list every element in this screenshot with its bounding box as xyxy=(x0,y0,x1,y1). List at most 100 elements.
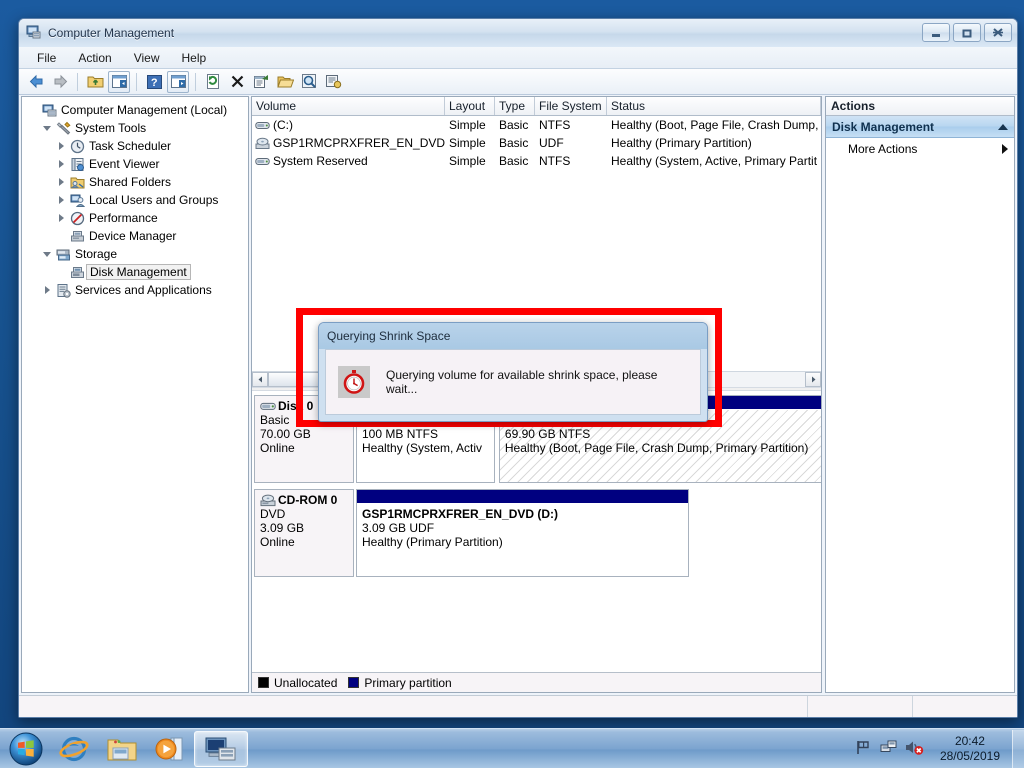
open-folder-icon[interactable] xyxy=(274,71,296,93)
help-icon[interactable]: ? xyxy=(143,71,165,93)
volume-cell-file-system: UDF xyxy=(539,136,564,150)
partition-size: 3.09 GB UDF xyxy=(362,521,435,535)
taskbar-clock[interactable]: 20:42 28/05/2019 xyxy=(932,734,1008,764)
show-hide-tree-icon[interactable] xyxy=(108,70,130,93)
disk-info-line3: 3.09 GB xyxy=(260,521,305,535)
toolbar-separator xyxy=(195,72,196,91)
chevron-up-icon[interactable] xyxy=(998,123,1008,130)
tree-item-computer-management-local[interactable]: Computer Management (Local) xyxy=(24,101,248,119)
expander-collapsed-icon[interactable] xyxy=(54,214,68,222)
services-icon xyxy=(54,283,72,298)
tree-item-local-users-and-groups[interactable]: Local Users and Groups xyxy=(24,191,248,209)
tree-item-task-scheduler[interactable]: Task Scheduler xyxy=(24,137,248,155)
expander-collapsed-icon[interactable] xyxy=(54,160,68,168)
stopwatch-icon xyxy=(338,366,370,398)
windows-explorer-icon[interactable] xyxy=(98,730,146,768)
refresh-icon[interactable] xyxy=(202,71,224,93)
volume-icon xyxy=(255,119,270,132)
maximize-button[interactable] xyxy=(953,23,981,42)
volume-row[interactable]: GSP1RMCPRXFRER_EN_DVD (D:) Simple Basic UDF… xyxy=(252,134,821,152)
volume-cell-type: Basic xyxy=(499,118,529,132)
menu-view[interactable]: View xyxy=(124,48,170,68)
disk-name-row: CD-ROM 0 xyxy=(260,493,348,507)
expander-collapsed-icon[interactable] xyxy=(54,196,68,204)
partition-size: 100 MB NTFS xyxy=(362,427,439,441)
column-header-type[interactable]: Type xyxy=(495,97,535,115)
find-icon[interactable] xyxy=(298,71,320,93)
properties-icon[interactable] xyxy=(250,71,272,93)
internet-explorer-icon[interactable] xyxy=(50,730,98,768)
partition-type-bar xyxy=(357,490,689,504)
forward-icon[interactable] xyxy=(49,71,71,93)
expander-collapsed-icon[interactable] xyxy=(54,178,68,186)
column-header-volume[interactable]: Volume xyxy=(252,97,445,115)
actions-group-disk-management[interactable]: Disk Management xyxy=(826,116,1014,138)
up-folder-icon[interactable] xyxy=(84,71,106,93)
legend-swatch-unallocated xyxy=(258,677,269,688)
disk-info-line4: Online xyxy=(260,535,295,549)
disk-row: CD-ROM 0 DVD 3.09 GB Online GSP1RMCPRXFRER_E… xyxy=(254,489,819,577)
clock-time: 20:42 xyxy=(954,733,985,748)
show-action-pane-icon[interactable] xyxy=(167,70,189,93)
tree-item-storage[interactable]: Storage xyxy=(24,245,248,263)
menu-action[interactable]: Action xyxy=(68,48,121,68)
action-center-flag-icon[interactable] xyxy=(855,739,872,759)
column-header-status[interactable]: Status xyxy=(607,97,821,115)
computer-management-icon[interactable] xyxy=(194,730,248,767)
tree-item-system-tools[interactable]: System Tools xyxy=(24,119,248,137)
expander-collapsed-icon[interactable] xyxy=(40,286,54,294)
volume-cell-name: (C:) xyxy=(252,118,445,132)
computer-management-icon xyxy=(26,24,42,43)
tree-item-performance[interactable]: Performance xyxy=(24,209,248,227)
scroll-left-button[interactable] xyxy=(252,372,268,387)
volume-row[interactable]: (C:) Simple Basic NTFS Healthy (Boot, Page F… xyxy=(252,116,821,134)
system-tray: 20:42 28/05/2019 xyxy=(855,730,1012,768)
tree-item-disk-management[interactable]: Disk Management xyxy=(24,263,248,281)
window-titlebar[interactable]: Computer Management xyxy=(19,19,1017,47)
back-icon[interactable] xyxy=(25,71,47,93)
dialog-titlebar[interactable]: Querying Shrink Space xyxy=(319,323,707,349)
menu-file[interactable]: File xyxy=(27,48,66,68)
close-button[interactable] xyxy=(984,23,1012,42)
expander-expanded-icon[interactable] xyxy=(40,125,54,131)
volume-muted-icon[interactable] xyxy=(905,739,924,759)
menu-bar: File Action View Help xyxy=(19,47,1017,69)
network-icon[interactable] xyxy=(880,739,897,759)
tree-item-label: Performance xyxy=(89,211,158,225)
expander-expanded-icon[interactable] xyxy=(40,251,54,257)
disk-partition[interactable]: GSP1RMCPRXFRER_EN_DVD (D:) 3.09 GB UDF Hea… xyxy=(356,489,690,577)
expander-collapsed-icon[interactable] xyxy=(54,142,68,150)
disk-info[interactable]: CD-ROM 0 DVD 3.09 GB Online xyxy=(254,489,354,577)
tree-item-services-and-applications[interactable]: Services and Applications xyxy=(24,281,248,299)
disk-info-line3: 70.00 GB xyxy=(260,427,311,441)
tools-icon xyxy=(54,121,72,136)
show-desktop-button[interactable] xyxy=(1012,729,1024,768)
partition-status: Healthy (System, Activ xyxy=(362,441,483,455)
action-more-actions[interactable]: More Actions xyxy=(826,138,1014,160)
media-player-icon[interactable] xyxy=(146,730,194,768)
console-tree: Computer Management (Local) System Tools T… xyxy=(24,101,248,299)
menu-help[interactable]: Help xyxy=(172,48,217,68)
delete-icon[interactable] xyxy=(226,71,248,93)
volume-cell-name: GSP1RMCPRXFRER_EN_DVD (D:) xyxy=(252,136,445,150)
minimize-button[interactable] xyxy=(922,23,950,42)
report-icon[interactable] xyxy=(322,71,344,93)
actions-pane-header: Actions xyxy=(826,97,1014,116)
volume-cell-status: Healthy (System, Active, Primary Partit xyxy=(611,154,818,168)
disk-graphical-view: Disk 0Basic70.00 GBOnlineSystem Reserved… xyxy=(252,391,821,672)
volume-row[interactable]: System Reserved Simple Basic NTFS Healthy (S… xyxy=(252,152,821,170)
tree-item-label: Device Manager xyxy=(89,229,177,243)
scroll-right-button[interactable] xyxy=(805,372,821,387)
volume-cell-layout: Simple xyxy=(449,118,486,132)
tree-item-label: Disk Management xyxy=(86,264,191,280)
column-header-file-system[interactable]: File System xyxy=(535,97,607,115)
start-orb-icon[interactable] xyxy=(2,730,50,768)
tree-item-device-manager[interactable]: Device Manager xyxy=(24,227,248,245)
tree-item-event-viewer[interactable]: Event Viewer xyxy=(24,155,248,173)
volume-cell-status: Healthy (Primary Partition) xyxy=(611,136,752,150)
volume-cell-name: System Reserved xyxy=(252,154,445,168)
disk-icon xyxy=(260,401,276,412)
column-header-layout[interactable]: Layout xyxy=(445,97,495,115)
disk-info-line2: DVD xyxy=(260,507,286,521)
tree-item-shared-folders[interactable]: Shared Folders xyxy=(24,173,248,191)
